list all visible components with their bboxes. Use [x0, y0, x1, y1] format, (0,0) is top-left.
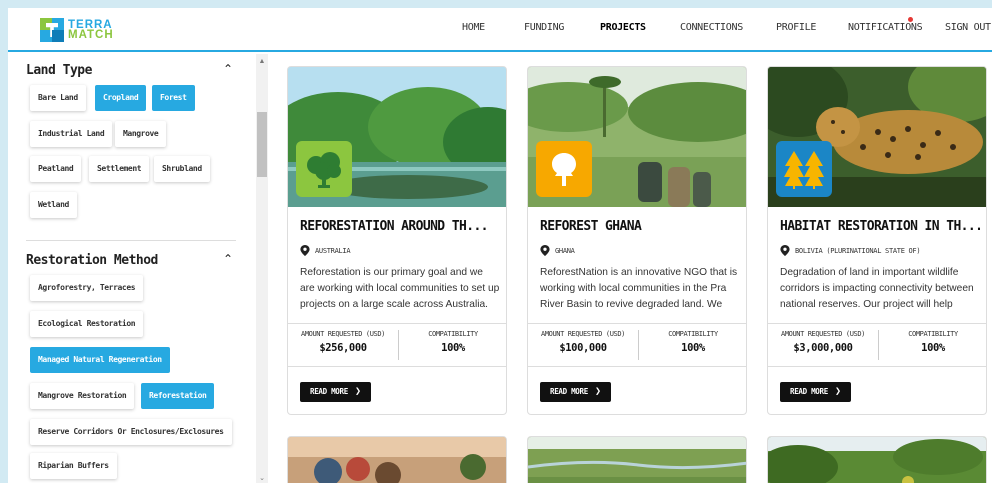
nav-notifications[interactable]: NOTIFICATIONS: [848, 22, 923, 33]
amount-value: $3,000,000: [793, 342, 853, 354]
compatibility-value: 100%: [681, 342, 705, 354]
chip-cropland[interactable]: Cropland: [95, 85, 147, 111]
read-more-button[interactable]: READ MORE ❯: [780, 382, 851, 402]
top-header: TERRA MATCH HOME FUNDING PROJECTS CONNEC…: [8, 8, 992, 52]
chevron-up-icon[interactable]: ⌃: [222, 253, 234, 265]
main-nav: HOME FUNDING PROJECTS CONNECTIONS PROFIL…: [8, 17, 992, 38]
chip-riparian-buffers[interactable]: Riparian Buffers: [30, 453, 117, 479]
chevron-up-icon[interactable]: ⌃: [222, 63, 234, 75]
project-location: GHANA: [555, 246, 575, 255]
chip-reforestation[interactable]: Reforestation: [141, 383, 215, 409]
chip-ecological-restoration[interactable]: Ecological Restoration: [30, 311, 144, 337]
location-pin-icon: [780, 245, 790, 256]
compatibility-value: 100%: [441, 342, 465, 354]
chevron-right-icon: ❯: [834, 386, 841, 397]
tree-icon: [296, 141, 352, 197]
project-location: AUSTRALIA: [315, 246, 351, 255]
filter-sidebar: Land Type ⌃ Bare Land Cropland Forest In…: [8, 54, 268, 483]
amount-value: $256,000: [319, 342, 367, 354]
project-image: [528, 437, 746, 483]
leafy-tree-icon: [536, 141, 592, 197]
compatibility-label: COMPATIBILITY: [908, 330, 958, 338]
scroll-thumb[interactable]: [257, 112, 267, 177]
chip-agroforestry-terraces[interactable]: Agroforestry, Terraces: [30, 275, 144, 301]
project-card[interactable]: REFORESTATION AROUND TH... AUSTRALIA Ref…: [287, 66, 507, 415]
project-image: [288, 437, 506, 483]
notification-dot-icon: [908, 17, 913, 22]
project-card-partial[interactable]: [767, 436, 987, 483]
project-title: REFORESTATION AROUND TH...: [300, 219, 489, 234]
chip-wetland[interactable]: Wetland: [30, 192, 77, 218]
chip-managed-natural-regeneration[interactable]: Managed Natural Regeneration: [30, 347, 170, 373]
chip-bare-land[interactable]: Bare Land: [30, 85, 86, 111]
land-type-heading: Land Type: [26, 63, 92, 78]
nav-home[interactable]: HOME: [462, 22, 485, 33]
project-location: BOLIVIA (PLURINATIONAL STATE OF): [795, 246, 921, 255]
location-pin-icon: [300, 245, 310, 256]
compatibility-label: COMPATIBILITY: [668, 330, 718, 338]
project-card-partial[interactable]: [287, 436, 507, 483]
scroll-down-icon[interactable]: ⌄: [258, 475, 266, 483]
chevron-right-icon: ❯: [354, 386, 361, 397]
chip-settlement[interactable]: Settlement: [89, 156, 150, 182]
chip-shrubland[interactable]: Shrubland: [154, 156, 210, 182]
project-card[interactable]: HABITAT RESTORATION IN TH... BOLIVIA (PL…: [767, 66, 987, 415]
chip-peatland[interactable]: Peatland: [30, 156, 82, 182]
nav-connections[interactable]: CONNECTIONS: [680, 22, 743, 33]
amount-label: AMOUNT REQUESTED (USD): [301, 330, 385, 338]
chip-mangrove-restoration[interactable]: Mangrove Restoration: [30, 383, 135, 409]
app-frame: TERRA MATCH HOME FUNDING PROJECTS CONNEC…: [8, 8, 992, 483]
nav-profile[interactable]: PROFILE: [776, 22, 816, 33]
chip-mangrove[interactable]: Mangrove: [115, 121, 167, 147]
amount-label: AMOUNT REQUESTED (USD): [781, 330, 865, 338]
nav-sign-out[interactable]: SIGN OUT: [945, 22, 991, 33]
project-description: Degradation of land in important wildlif…: [780, 267, 974, 310]
chip-reserve-corridors[interactable]: Reserve Corridors Or Enclosures/Exclosur…: [30, 419, 232, 445]
project-title: REFOREST GHANA: [540, 219, 642, 234]
project-description: ReforestNation is an innovative NGO that…: [540, 267, 738, 310]
nav-projects[interactable]: PROJECTS: [600, 22, 646, 33]
read-more-button[interactable]: READ MORE ❯: [540, 382, 611, 402]
amount-value: $100,000: [559, 342, 607, 354]
chip-industrial-land[interactable]: Industrial Land: [30, 121, 113, 147]
project-card[interactable]: REFOREST GHANA GHANA ReforestNation is a…: [527, 66, 747, 415]
project-title: HABITAT RESTORATION IN TH...: [780, 219, 980, 234]
project-image: [768, 437, 986, 483]
location-pin-icon: [540, 245, 550, 256]
chevron-right-icon: ❯: [594, 386, 601, 397]
compatibility-value: 100%: [921, 342, 945, 354]
chip-forest[interactable]: Forest: [152, 85, 195, 111]
compatibility-label: COMPATIBILITY: [428, 330, 478, 338]
restoration-method-heading: Restoration Method: [26, 253, 158, 268]
read-more-button[interactable]: READ MORE ❯: [300, 382, 371, 402]
project-description: Reforestation is our primary goal and we…: [300, 267, 500, 310]
amount-label: AMOUNT REQUESTED (USD): [541, 330, 625, 338]
section-divider: [26, 240, 236, 241]
pine-trees-icon: [776, 141, 832, 197]
sidebar-scrollbar[interactable]: ▲ ⌄: [256, 54, 268, 483]
project-card-partial[interactable]: [527, 436, 747, 483]
scroll-up-icon[interactable]: ▲: [258, 58, 266, 66]
nav-funding[interactable]: FUNDING: [524, 22, 564, 33]
